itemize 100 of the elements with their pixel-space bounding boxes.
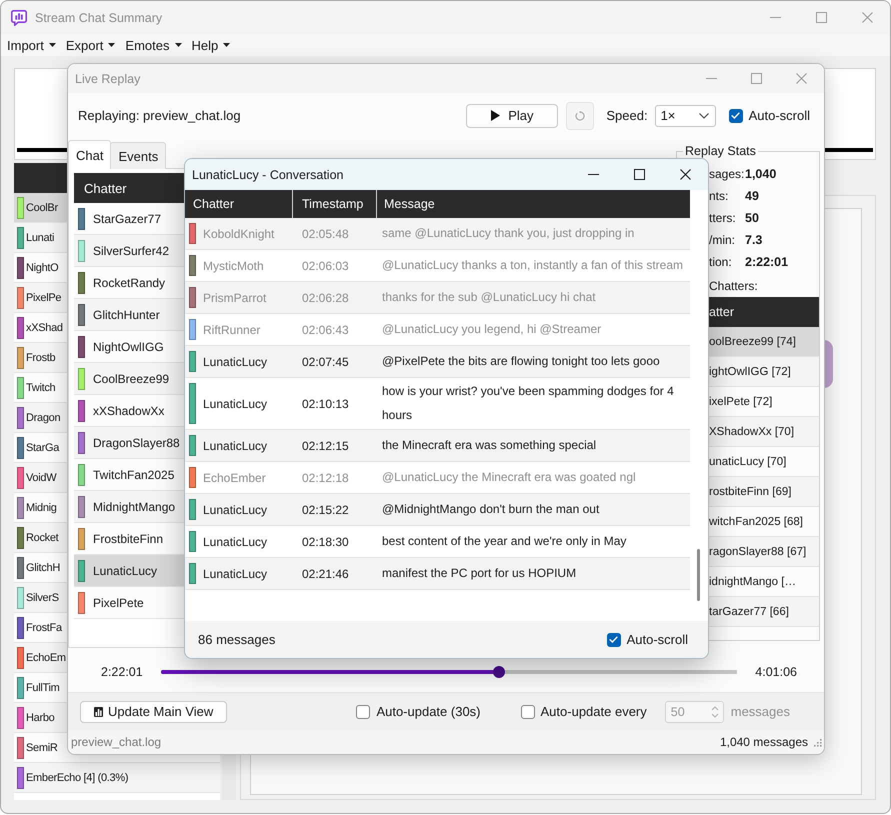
list-row[interactable]: ightOwlIGG [72] — [709, 357, 819, 387]
checkbox-label[interactable]: Auto-scroll — [626, 632, 688, 647]
chatter-name: RocketRandy — [93, 276, 166, 290]
scrollbar-thumb[interactable] — [697, 549, 700, 601]
table-row[interactable]: LunaticLucy 02:15:22 @MidnightMango don't burn the man out — [185, 494, 690, 526]
chatter-name: NightOwlIGG — [93, 340, 164, 354]
menu-item[interactable]: Emotes — [120, 34, 186, 56]
speed-dropdown[interactable]: 1× — [654, 104, 716, 126]
stat-label: nts: — [709, 189, 730, 203]
bar-chart-icon — [94, 706, 103, 716]
chatter-name: NightO — [26, 262, 58, 274]
checkbox-label[interactable]: Auto-scroll — [748, 108, 810, 123]
chatter-name: MysticMoth — [203, 258, 264, 272]
column-header[interactable]: atter — [709, 297, 819, 327]
section-label: Chatters: — [709, 278, 759, 295]
list-row[interactable]: XShadowXx [70] — [709, 417, 819, 447]
stat-value: 50 — [745, 211, 759, 225]
stat-value: 7.3 — [745, 233, 762, 247]
timestamp: 02:21:46 — [301, 566, 350, 582]
update-button[interactable]: Update Main View — [80, 700, 228, 722]
list-row[interactable]: rostbiteFinn [69] — [709, 477, 819, 507]
caret-icon — [223, 43, 230, 47]
window-title: LunaticLucy - Conversation — [192, 168, 344, 182]
chatter-name: Dragon — [26, 412, 60, 424]
timestamp: 02:15:22 — [301, 502, 350, 518]
window-title: Stream Chat Summary — [35, 10, 162, 24]
top-chatter-label: unaticLucy [70] — [709, 456, 786, 468]
message-text: @LunaticLucy the Minecraft era was goated ngl — [381, 468, 637, 486]
chatter-name: VoidW — [26, 472, 56, 484]
checkbox[interactable] — [356, 704, 370, 718]
caret-icon — [174, 43, 182, 47]
timestamp: 02:18:30 — [301, 534, 350, 550]
chatter-name: EmberEcho [4] (0.3%) — [26, 772, 128, 784]
chatter-name: LunaticLucy — [203, 534, 268, 548]
chatter-name: Midnig — [26, 502, 57, 514]
list-row[interactable]: ragonSlayer88 [67] — [709, 537, 819, 567]
chatter-name: EchoEmber — [203, 470, 266, 484]
message-text: how is your wrist? you've been spamming dodges for 4 hours — [381, 383, 675, 424]
chatter-name: StarGazer77 — [93, 212, 162, 226]
menu-item[interactable]: Help — [186, 34, 236, 56]
check-icon — [731, 112, 740, 119]
timestamp: 02:06:28 — [301, 290, 350, 306]
menu-item[interactable]: Export — [60, 34, 120, 56]
message-text: same @LunaticLucy thank you, just dropping in — [381, 224, 636, 242]
chatter-name: LunaticLucy — [203, 396, 268, 410]
check-icon — [609, 636, 618, 643]
chatter-name: LunaticLucy — [203, 566, 268, 580]
play-button[interactable]: Play — [466, 104, 558, 128]
unit-label: messages — [730, 704, 790, 719]
checkbox[interactable] — [728, 108, 743, 122]
message-text: @MidnightMango don't burn the man out — [381, 500, 600, 518]
chatter-name: GlitchHunter — [93, 308, 160, 322]
top-chatter-label: ragonSlayer88 [67] — [709, 546, 806, 558]
chatter-name: Frostb — [26, 352, 56, 364]
tab[interactable]: Events — [110, 142, 166, 169]
chatter-name: RiftRunner — [203, 322, 260, 336]
top-chatter-label: rostbiteFinn [69] — [709, 486, 792, 498]
chatter-name: LunaticLucy — [203, 502, 268, 516]
top-chatter-label: oolBreeze99 [74] — [709, 336, 796, 348]
speed-label: Speed: — [606, 108, 648, 123]
chatter-name: Harbo — [26, 712, 54, 724]
table-row[interactable]: LunaticLucy 02:12:15 the Minecraft era was something special — [185, 430, 690, 462]
column-header[interactable]: Chatter — [185, 190, 292, 218]
menu-item[interactable]: Import — [2, 34, 61, 56]
chatter-name: LunaticLucy — [203, 438, 268, 452]
chatter-name: PixelPete — [93, 596, 144, 610]
message-text: best content of the year and we're only in May — [381, 532, 628, 550]
timestamp: 02:12:15 — [301, 438, 350, 454]
tab[interactable]: Chat — [68, 140, 112, 169]
table-row[interactable]: LunaticLucy 02:07:45 @PixelPete the bits are flowing tonight too lets gooo — [185, 346, 690, 378]
stat-label: tion: — [709, 255, 733, 269]
reset-icon — [575, 110, 586, 120]
size-grip-icon[interactable] — [813, 738, 822, 746]
chatter-name: FullTim — [26, 682, 60, 694]
timestamp: 02:06:03 — [301, 258, 350, 274]
current-time: 2:22:01 — [101, 665, 143, 679]
chatter-name: FrostFa — [26, 622, 62, 634]
chatter-name: FrostbiteFinn — [93, 532, 164, 546]
chatter-name: PixelPe — [26, 292, 62, 304]
chatter-name: SilverSurfer42 — [93, 244, 170, 258]
list-row[interactable]: tarGazer77 [66] — [709, 597, 819, 627]
chatter-name: EchoEm — [26, 652, 66, 664]
top-chatter-label: ightOwlIGG [72] — [709, 366, 791, 378]
chevron-down-icon — [698, 112, 709, 118]
table-row[interactable]: LunaticLucy 02:21:46 manifest the PC port for us HOPIUM — [185, 558, 690, 590]
checkbox-label[interactable]: Auto-update (30s) — [376, 704, 481, 719]
stat-value: 2:22:01 — [745, 255, 788, 269]
top-chatter-label: ixelPete [72] — [709, 396, 772, 408]
chatter-name: CoolBr — [26, 202, 58, 214]
chatter-name: SemiR — [26, 742, 58, 754]
group-title: Replay Stats — [684, 145, 757, 158]
play-icon — [491, 110, 500, 121]
stat-value: 49 — [745, 189, 759, 203]
chatter-name: xXShad — [26, 322, 63, 334]
slider-thumb[interactable] — [493, 666, 506, 678]
chatter-name: Rocket — [26, 532, 58, 544]
list-row[interactable]: oolBreeze99 [74] — [709, 327, 819, 357]
checkbox[interactable] — [606, 632, 621, 646]
list-row[interactable]: EmberEcho [4] (0.3%) — [14, 763, 220, 793]
caret-icon — [108, 43, 116, 47]
